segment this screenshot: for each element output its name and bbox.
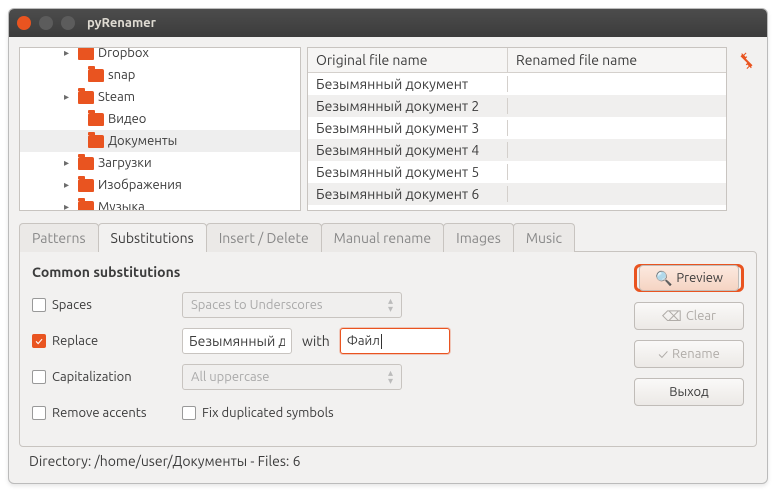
tab-images[interactable]: Images <box>443 223 514 252</box>
tree-item[interactable]: ▸ Steam <box>20 86 300 108</box>
list-row[interactable]: Безымянный документ 5 <box>308 161 726 183</box>
cell-original: Безымянный документ <box>308 76 508 92</box>
cell-original: Безымянный документ 6 <box>308 186 508 202</box>
window-title: pyRenamer <box>87 16 156 30</box>
remove-accents-checkbox[interactable]: Remove accents <box>32 406 172 420</box>
window-maximize-button[interactable] <box>61 16 75 30</box>
capitalization-checkbox[interactable]: Capitalization <box>32 370 172 384</box>
folder-icon <box>88 113 104 126</box>
folder-icon <box>78 179 94 192</box>
spinner-icon: ▴▾ <box>388 369 393 385</box>
folder-tree[interactable]: ▸Dropbox▸snap▸Steam▸Видео▸Документы▸Загр… <box>19 47 301 211</box>
search-icon: 🔍 <box>655 270 672 287</box>
replace-label: Replace <box>52 334 98 348</box>
list-row[interactable]: Безымянный документ 2 <box>308 95 726 117</box>
tab-insert-delete[interactable]: Insert / Delete <box>206 223 322 252</box>
tree-item[interactable]: ▸ Изображения <box>20 174 300 196</box>
tree-item-label: Изображения <box>98 178 182 192</box>
tree-item-label: Steam <box>98 90 135 104</box>
tree-item[interactable]: ▸snap <box>20 64 300 86</box>
check-icon: ✓ <box>658 346 668 362</box>
folder-icon <box>88 135 104 148</box>
exit-button[interactable]: Выход <box>634 378 744 406</box>
spinner-icon: ▴▾ <box>388 297 393 313</box>
tab-substitutions[interactable]: Substitutions <box>98 223 207 252</box>
panel-title: Common substitutions <box>32 264 624 280</box>
checkbox-icon <box>32 370 46 384</box>
spaces-checkbox[interactable]: Spaces <box>32 298 172 312</box>
tree-item-label: Загрузки <box>98 156 152 170</box>
col-original[interactable]: Original file name <box>308 48 508 72</box>
window-close-button[interactable] <box>17 16 31 30</box>
tree-item[interactable]: ▸ Музыка <box>20 196 300 210</box>
col-renamed[interactable]: Renamed file name <box>508 48 726 72</box>
statusbar: Directory: /home/user/Документы - Files:… <box>19 447 757 473</box>
rename-button[interactable]: ✓ Rename <box>634 340 744 368</box>
spaces-combo[interactable]: Spaces to Underscores ▴▾ <box>182 292 402 318</box>
list-row[interactable]: Безымянный документ <box>308 73 726 95</box>
folder-icon <box>78 201 94 211</box>
expander-icon[interactable]: ▸ <box>64 91 74 103</box>
tree-item-label: snap <box>108 68 135 82</box>
list-row[interactable]: Безымянный документ 6 <box>308 183 726 205</box>
fix-duplicated-label: Fix duplicated symbols <box>202 406 334 420</box>
replace-from-input[interactable] <box>182 328 292 354</box>
checkbox-icon <box>32 298 46 312</box>
content-area: ▸Dropbox▸snap▸Steam▸Видео▸Документы▸Загр… <box>9 37 767 483</box>
folder-icon <box>78 48 94 60</box>
list-row[interactable]: Безымянный документ 4 <box>308 139 726 161</box>
with-label: with <box>302 333 330 349</box>
expander-icon[interactable]: ▸ <box>64 48 74 59</box>
tab-manual-rename[interactable]: Manual rename <box>321 223 444 252</box>
expander-icon[interactable]: ▸ <box>64 179 74 191</box>
tree-item-label: Dropbox <box>98 48 149 60</box>
file-list-header: Original file name Renamed file name <box>308 48 726 73</box>
clear-icon: ⌫ <box>662 308 682 325</box>
tree-item[interactable]: ▸Документы <box>20 130 300 152</box>
titlebar: pyRenamer <box>9 9 767 37</box>
checkbox-icon <box>182 406 196 420</box>
tree-item[interactable]: ▸ Загрузки <box>20 152 300 174</box>
replace-to-input[interactable]: Файл <box>340 328 450 354</box>
expander-icon[interactable]: ▸ <box>64 201 74 210</box>
expander-icon[interactable]: ▸ <box>64 157 74 169</box>
tree-item-label: Музыка <box>98 200 145 210</box>
capitalization-combo[interactable]: All uppercase ▴▾ <box>182 364 402 390</box>
capitalization-label: Capitalization <box>52 370 132 384</box>
file-list[interactable]: Original file name Renamed file name Без… <box>307 47 727 211</box>
folder-icon <box>88 69 104 82</box>
cell-original: Безымянный документ 5 <box>308 164 508 180</box>
spaces-label: Spaces <box>52 298 92 312</box>
checkbox-icon <box>32 406 46 420</box>
tabs: Patterns Substitutions Insert / Delete M… <box>19 223 757 252</box>
window-minimize-button[interactable] <box>39 16 53 30</box>
substitutions-panel: Common substitutions Spaces Spaces to Un… <box>19 251 757 447</box>
tab-music[interactable]: Music <box>513 223 575 252</box>
cell-original: Безымянный документ 3 <box>308 120 508 136</box>
cell-original: Безымянный документ 2 <box>308 98 508 114</box>
cell-original: Безымянный документ 4 <box>308 142 508 158</box>
fix-duplicated-checkbox[interactable]: Fix duplicated symbols <box>182 406 334 420</box>
clear-button[interactable]: ⌫ Clear <box>634 302 744 330</box>
tree-item[interactable]: ▸Видео <box>20 108 300 130</box>
replace-checkbox[interactable]: ✓ Replace <box>32 334 172 348</box>
tree-item-label: Документы <box>108 134 177 148</box>
settings-icon[interactable] <box>733 47 757 211</box>
tree-item[interactable]: ▸ Dropbox <box>20 48 300 64</box>
folder-icon <box>78 157 94 170</box>
folder-icon <box>78 91 94 104</box>
app-window: pyRenamer ▸Dropbox▸snap▸Steam▸Видео▸Доку… <box>8 8 768 484</box>
tree-item-label: Видео <box>108 112 146 126</box>
checkbox-icon: ✓ <box>32 334 46 348</box>
remove-accents-label: Remove accents <box>52 406 147 420</box>
list-row[interactable]: Безымянный документ 3 <box>308 117 726 139</box>
tab-patterns[interactable]: Patterns <box>19 223 99 252</box>
preview-button[interactable]: 🔍 Preview <box>634 264 744 292</box>
